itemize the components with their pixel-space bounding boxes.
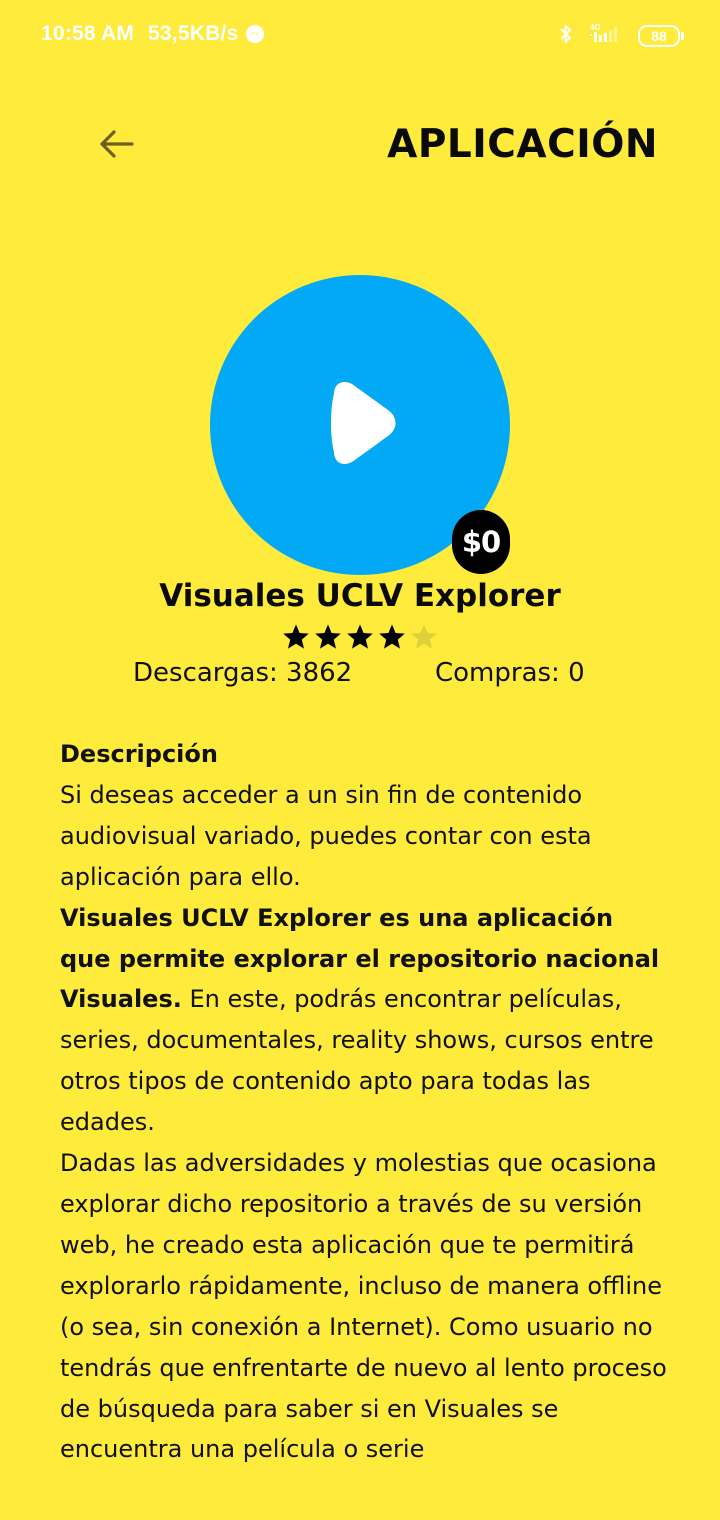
star-filled-icon <box>283 624 309 649</box>
app-icon-container: $0 <box>210 275 510 575</box>
page-title: APLICACIÓN <box>387 122 658 167</box>
star-filled-icon <box>315 624 341 649</box>
app-name: Visuales UCLV Explorer <box>159 578 561 614</box>
description-paragraph-1: Si deseas acceder a un sin fin de conten… <box>60 780 592 891</box>
star-filled-icon <box>347 624 373 649</box>
star-empty-icon <box>411 624 437 649</box>
signal-icon: 4G <box>588 22 624 50</box>
battery-icon: 88 <box>638 25 684 47</box>
purchases-count: Compras: 0 <box>435 658 585 688</box>
status-left: 10:58 AM 53,5KB/s <box>41 22 266 46</box>
status-right: 4G 88 <box>558 22 684 50</box>
network-speed: 53,5KB/s <box>148 22 239 45</box>
status-time: 10:58 AM <box>41 22 135 45</box>
app-stats: Descargas: 3862 Compras: 0 <box>0 658 720 698</box>
play-icon <box>320 380 400 470</box>
star-filled-icon <box>379 624 405 649</box>
description-paragraph-2: Visuales UCLV Explorer es una aplicación… <box>60 898 670 1143</box>
price-badge: $0 <box>452 510 510 574</box>
description-paragraph-3: Dadas las adversidades y molestias que o… <box>60 1149 667 1464</box>
status-bar: 10:58 AM 53,5KB/s 4G 88 <box>0 0 720 72</box>
description-heading: Descripción <box>60 740 218 768</box>
battery-level: 88 <box>638 25 680 47</box>
description-section: Descripción Si deseas acceder a un sin f… <box>60 734 670 1470</box>
back-button[interactable] <box>92 124 140 168</box>
rating-stars <box>282 622 442 652</box>
svg-text:4G: 4G <box>590 23 601 32</box>
messenger-icon <box>244 23 266 45</box>
bluetooth-icon <box>558 22 574 50</box>
downloads-count: Descargas: 3862 <box>133 658 353 688</box>
arrow-left-icon <box>98 129 134 163</box>
